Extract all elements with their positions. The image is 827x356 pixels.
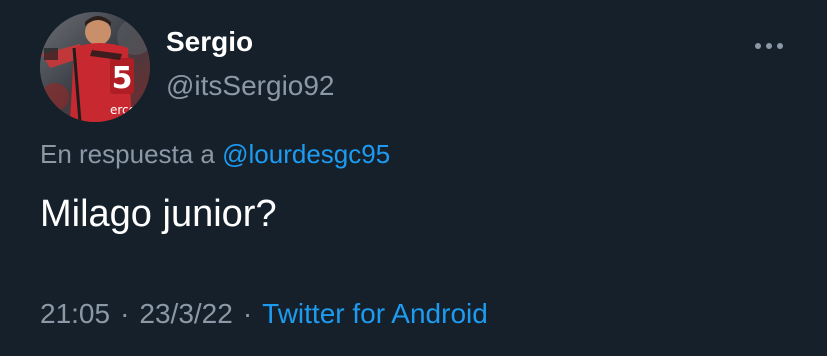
author-handle[interactable]: @itsSergio92 (166, 70, 335, 102)
avatar[interactable]: 5 erco (40, 12, 150, 122)
tweet-source-link[interactable]: Twitter for Android (262, 298, 488, 329)
jersey-sponsor: erco (110, 103, 136, 117)
more-options-button[interactable] (745, 22, 793, 70)
reply-prefix: En respuesta a (40, 139, 215, 169)
tweet-meta: 21:05 · 23/3/22 · Twitter for Android (40, 298, 488, 330)
avatar-photo: 5 erco (40, 12, 150, 122)
author-display-name[interactable]: Sergio (166, 26, 253, 58)
jersey-number: 5 (112, 61, 133, 96)
meta-separator: · (242, 298, 253, 329)
more-horizontal-icon (755, 43, 783, 49)
tweet-date[interactable]: 23/3/22 (139, 298, 232, 329)
tweet-card: 5 erco Sergio @itsSergio92 En respuesta … (0, 0, 827, 356)
tweet-time[interactable]: 21:05 (40, 298, 110, 329)
tweet-text: Milago junior? (40, 193, 277, 235)
reply-mention-link[interactable]: @lourdesgc95 (222, 139, 390, 169)
meta-separator: · (120, 298, 130, 329)
reply-context: En respuesta a @lourdesgc95 (40, 139, 390, 170)
